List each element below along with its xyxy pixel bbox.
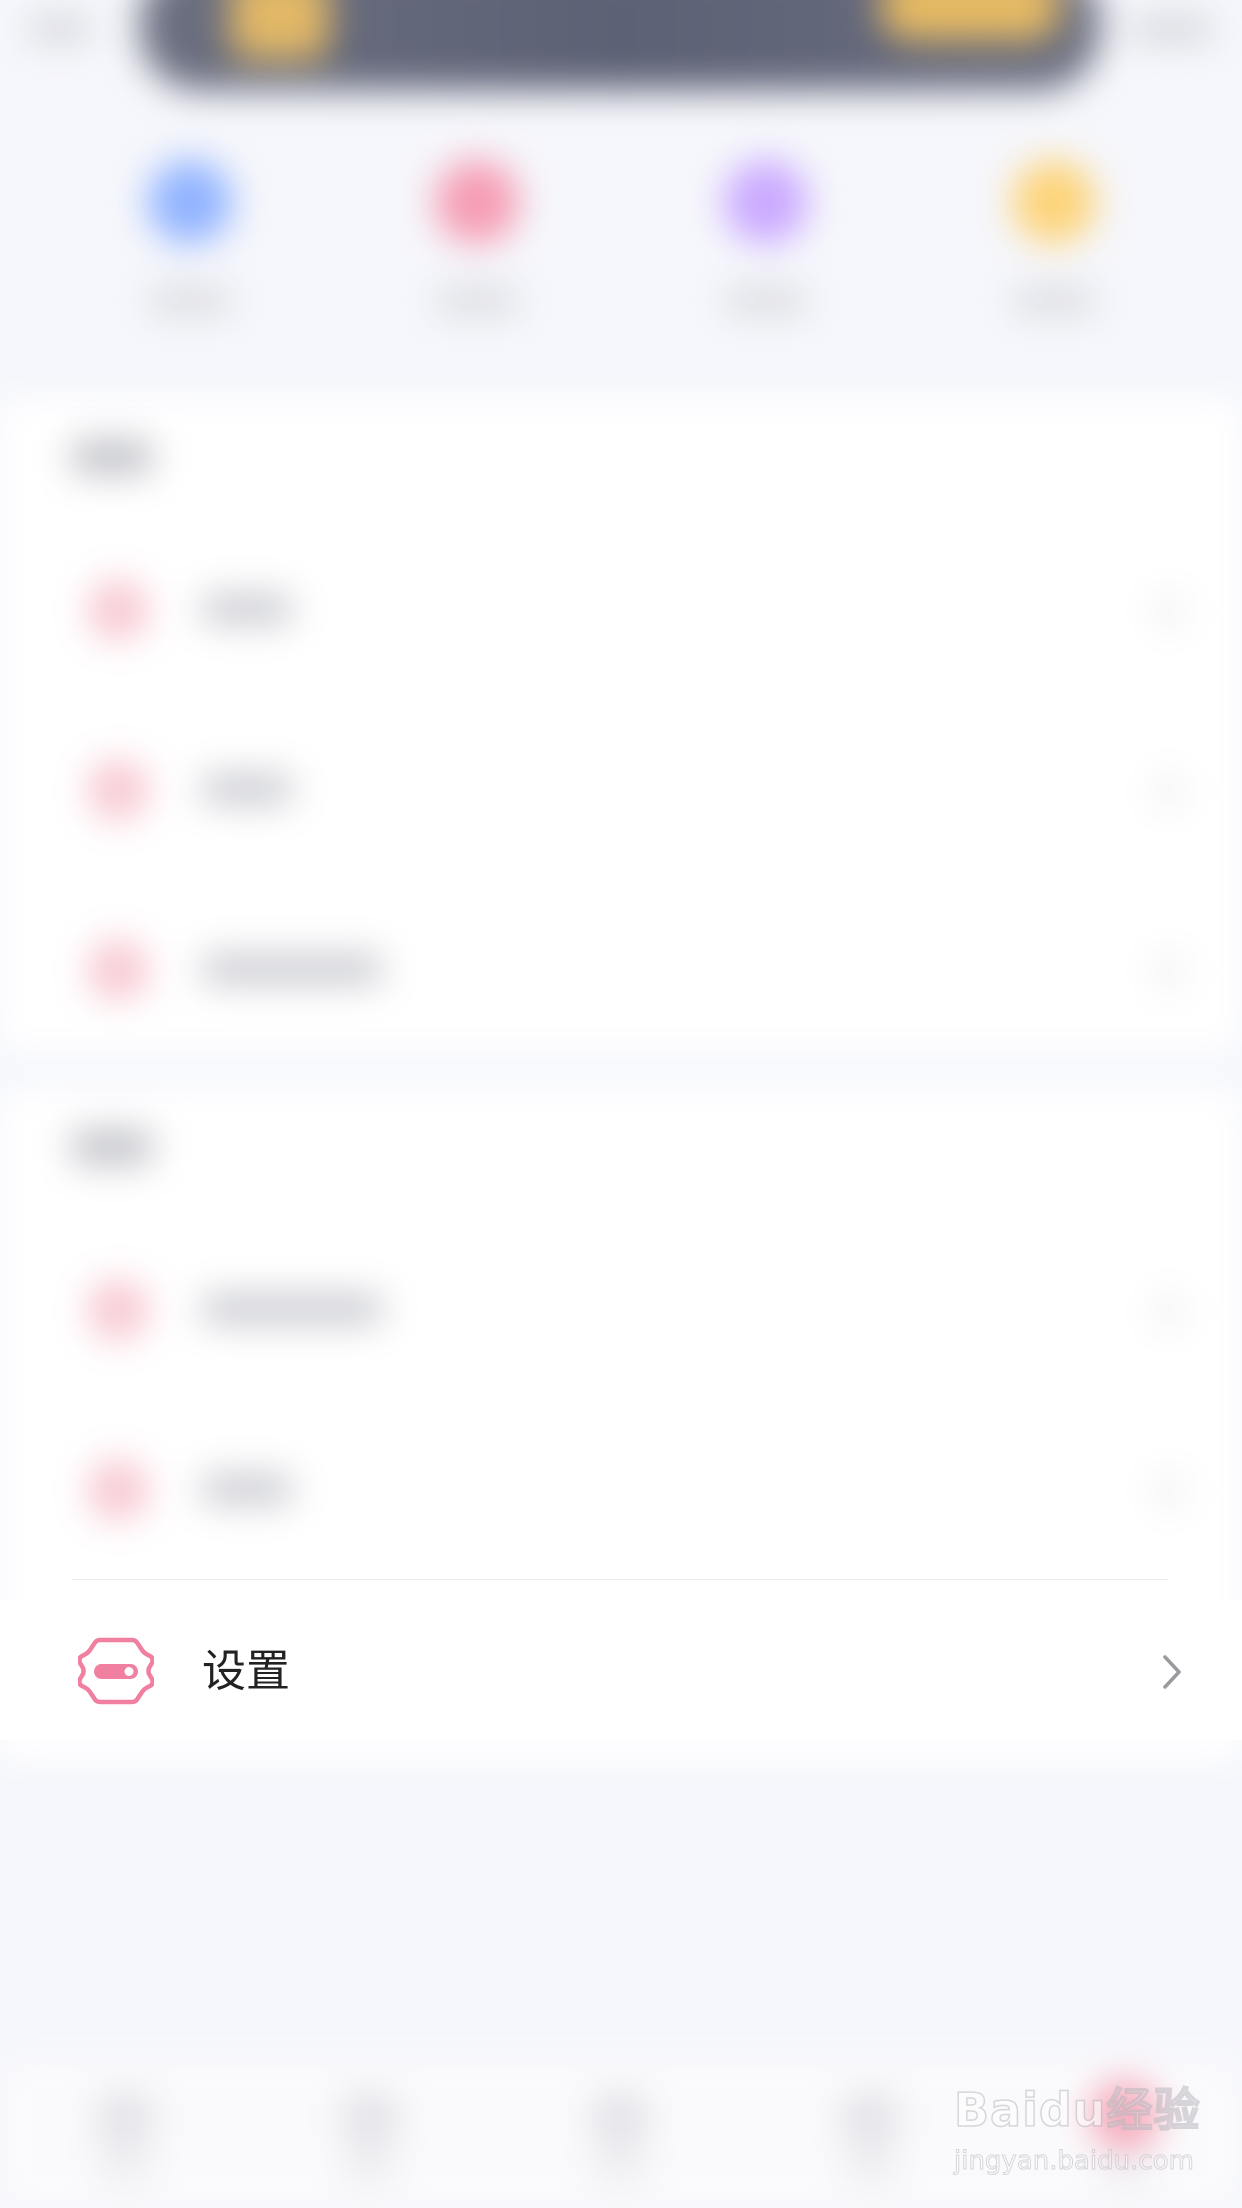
section-title — [72, 440, 152, 474]
watermark: Baidu经验 jingyan.baidu.com — [950, 2070, 1230, 2190]
quick-action-purple-icon[interactable] — [724, 160, 808, 244]
menu-row-label[interactable] — [202, 1474, 292, 1504]
settings-menu-row[interactable]: 设置 — [0, 1600, 1242, 1740]
tab-messages-icon[interactable] — [840, 2090, 900, 2150]
status-bar-battery — [1132, 18, 1212, 40]
membership-banner[interactable] — [140, 0, 1100, 90]
quick-action-blue-icon[interactable] — [148, 160, 232, 244]
chevron-right-icon — [1163, 1655, 1181, 1689]
menu-row-icon — [88, 940, 148, 1000]
status-bar-time — [30, 18, 90, 40]
menu-row-label[interactable] — [202, 954, 382, 984]
section-title — [72, 1130, 152, 1164]
settings-label: 设置 — [202, 1646, 290, 1697]
tab-label — [345, 2160, 395, 2178]
watermark-logo: Baidu经验 — [953, 2082, 1201, 2138]
divider — [72, 1579, 1168, 1580]
tab-home-icon[interactable] — [95, 2090, 155, 2150]
chevron-right-icon — [1160, 596, 1178, 626]
tab-center-icon[interactable] — [590, 2090, 650, 2150]
quick-actions-row — [0, 160, 1242, 360]
menu-row-icon — [88, 1280, 148, 1340]
blurred-background — [0, 0, 1242, 2208]
tab-label — [100, 2160, 150, 2178]
menu-row-icon — [88, 1460, 148, 1520]
menu-row-icon — [88, 760, 148, 820]
settings-toggle-icon — [78, 1637, 154, 1705]
menu-row-label[interactable] — [202, 1294, 382, 1324]
tab-discover-icon[interactable] — [340, 2090, 400, 2150]
quick-action-label — [726, 290, 806, 312]
quick-action-label — [1014, 290, 1094, 312]
tab-label — [845, 2160, 895, 2178]
chevron-right-icon — [1160, 956, 1178, 986]
page: 设置 Baidu经验 jingyan.baidu.com — [0, 0, 1242, 2208]
quick-action-pink-icon[interactable] — [435, 160, 519, 244]
chevron-right-icon — [1160, 1296, 1178, 1326]
menu-row-label[interactable] — [202, 774, 292, 804]
quick-action-label — [150, 290, 230, 312]
menu-card-1 — [0, 400, 1242, 1050]
tab-label — [595, 2160, 645, 2178]
watermark-url: jingyan.baidu.com — [954, 2146, 1195, 2177]
quick-action-label — [437, 290, 517, 312]
quick-action-yellow-icon[interactable] — [1012, 160, 1096, 244]
chevron-right-icon — [1160, 1476, 1178, 1506]
menu-row-icon — [88, 580, 148, 640]
banner-button[interactable] — [880, 0, 1060, 40]
banner-badge-icon — [230, 0, 330, 60]
menu-row-label[interactable] — [202, 594, 292, 624]
chevron-right-icon — [1160, 776, 1178, 806]
